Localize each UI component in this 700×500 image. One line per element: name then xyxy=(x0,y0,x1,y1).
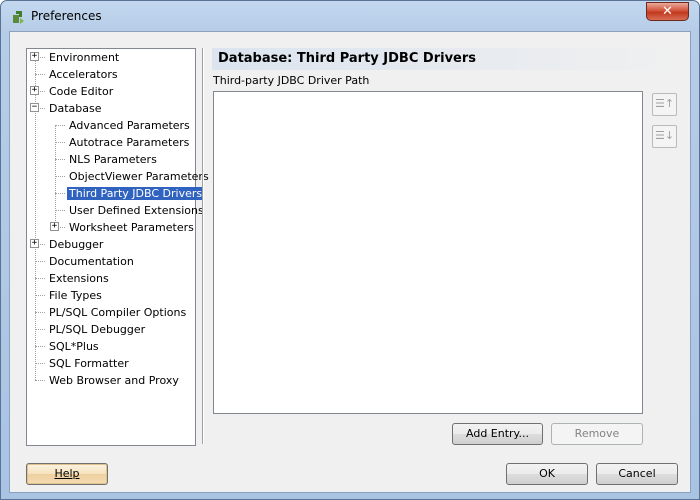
dialog-body: + + − + + Environment Accelerators Code … xyxy=(9,31,691,493)
tree-item-label: Code Editor xyxy=(49,85,114,98)
tree-item-autotrace-parameters[interactable]: Autotrace Parameters xyxy=(67,134,191,151)
app-icon xyxy=(13,11,24,24)
add-entry-button[interactable]: Add Entry... xyxy=(452,423,543,445)
tree-item-label: ObjectViewer Parameters xyxy=(69,170,209,183)
driver-path-label: Third-party JDBC Driver Path xyxy=(213,74,370,87)
tree-item-sqlplus[interactable]: SQL*Plus xyxy=(47,338,101,355)
tree-item-label: Worksheet Parameters xyxy=(69,221,194,234)
tree-item-extensions[interactable]: Extensions xyxy=(47,270,111,287)
expand-debugger-icon[interactable]: + xyxy=(30,239,39,248)
tree-item-nls-parameters[interactable]: NLS Parameters xyxy=(67,151,159,168)
expand-worksheet-parameters-icon[interactable]: + xyxy=(50,222,59,231)
tree-item-label: Database xyxy=(49,102,102,115)
tree-item-label: PL/SQL Compiler Options xyxy=(49,306,187,319)
tree-item-user-defined-extensions[interactable]: User Defined Extensions xyxy=(67,202,206,219)
tree-item-web-browser-and-proxy[interactable]: Web Browser and Proxy xyxy=(47,372,181,389)
help-button[interactable]: Help xyxy=(26,463,108,485)
move-up-button[interactable]: ☰↑ xyxy=(652,93,677,116)
tree-item-sql-formatter[interactable]: SQL Formatter xyxy=(47,355,131,372)
tree-item-database[interactable]: Database xyxy=(47,100,104,117)
tree-item-label: User Defined Extensions xyxy=(69,204,204,217)
tree-item-label: PL/SQL Debugger xyxy=(49,323,146,336)
tree-item-label: Third Party JDBC Drivers xyxy=(67,187,205,200)
tree-item-code-editor[interactable]: Code Editor xyxy=(47,83,115,100)
tree-item-label: NLS Parameters xyxy=(69,153,157,166)
tree-item-label: Environment xyxy=(49,51,120,64)
ok-button[interactable]: OK xyxy=(506,463,588,485)
preferences-window: Preferences ✕ + + − + + Environment Acce… xyxy=(0,0,700,500)
move-down-icon: ☰↓ xyxy=(654,129,675,142)
preferences-tree: + + − + + Environment Accelerators Code … xyxy=(26,48,209,446)
ok-label: OK xyxy=(539,467,555,480)
move-down-button[interactable]: ☰↓ xyxy=(652,125,677,148)
tree-item-objectviewer-parameters[interactable]: ObjectViewer Parameters xyxy=(67,168,211,185)
expand-environment-icon[interactable]: + xyxy=(30,52,39,61)
tree-item-worksheet-parameters[interactable]: Worksheet Parameters xyxy=(67,219,196,236)
tree-item-label: Debugger xyxy=(49,238,104,251)
tree-item-label: Extensions xyxy=(49,272,109,285)
title-bar[interactable]: Preferences ✕ xyxy=(1,1,699,31)
remove-label: Remove xyxy=(574,427,620,440)
tree-item-environment[interactable]: Environment xyxy=(47,49,121,66)
add-entry-label: Add Entry... xyxy=(466,427,529,440)
tree-item-label: SQL Formatter xyxy=(49,357,129,370)
tree-item-label: Autotrace Parameters xyxy=(69,136,190,149)
close-button[interactable]: ✕ xyxy=(646,2,689,21)
tree-item-documentation[interactable]: Documentation xyxy=(47,253,136,270)
expand-code-editor-icon[interactable]: + xyxy=(30,86,39,95)
remove-button[interactable]: Remove xyxy=(551,423,643,445)
tree-item-third-party-jdbc-drivers[interactable]: Third Party JDBC Drivers xyxy=(67,185,205,202)
tree-item-label: Documentation xyxy=(49,255,134,268)
tree-item-debugger[interactable]: Debugger xyxy=(47,236,105,253)
splitter[interactable] xyxy=(202,48,204,444)
move-up-icon: ☰↑ xyxy=(654,97,675,110)
driver-path-list[interactable] xyxy=(213,91,643,414)
cancel-label: Cancel xyxy=(618,467,656,480)
tree-item-plsql-debugger[interactable]: PL/SQL Debugger xyxy=(47,321,147,338)
tree-item-label: Web Browser and Proxy xyxy=(49,374,179,387)
tree-item-label: Advanced Parameters xyxy=(69,119,190,132)
collapse-database-icon[interactable]: − xyxy=(30,103,39,112)
tree-item-label: Accelerators xyxy=(49,68,118,81)
window-title: Preferences xyxy=(31,9,102,23)
tree-item-file-types[interactable]: File Types xyxy=(47,287,104,304)
tree-item-advanced-parameters[interactable]: Advanced Parameters xyxy=(67,117,192,134)
cancel-button[interactable]: Cancel xyxy=(596,463,678,485)
page-title: Database: Third Party JDBC Drivers xyxy=(212,48,680,70)
tree-item-accelerators[interactable]: Accelerators xyxy=(47,66,120,83)
tree-item-plsql-compiler-options[interactable]: PL/SQL Compiler Options xyxy=(47,304,188,321)
tree-item-label: File Types xyxy=(49,289,102,302)
help-label: Help xyxy=(54,467,80,480)
tree-item-label: SQL*Plus xyxy=(49,340,99,353)
